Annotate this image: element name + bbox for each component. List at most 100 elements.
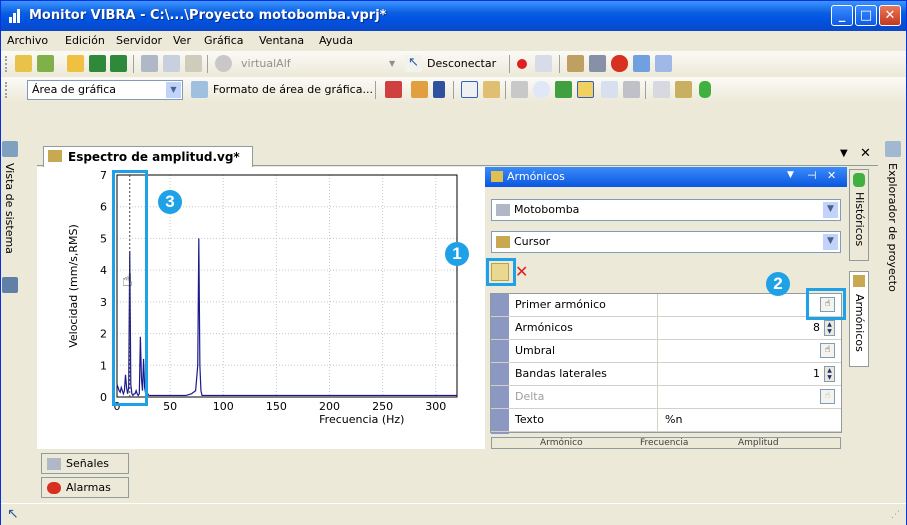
property-row[interactable]: Delta ☝ [491, 386, 841, 409]
property-label: Texto [515, 413, 544, 426]
property-row[interactable]: Armónicos 8 ▲ ▼ [491, 317, 841, 340]
cursor-icon[interactable] [577, 81, 594, 98]
property-value[interactable]: 8 [813, 321, 820, 334]
tab-espectro-de-amplitud[interactable]: Espectro de amplitud.vg* [43, 146, 253, 167]
new-project-icon[interactable] [15, 55, 32, 72]
delete-icon[interactable]: ✕ [515, 262, 528, 281]
panel-close-icon[interactable]: ✕ [827, 169, 836, 182]
grid-icon[interactable] [461, 81, 478, 98]
chevron-down-icon[interactable]: ▼ [166, 82, 181, 98]
mode-combo[interactable]: Cursor ▼ [491, 231, 841, 253]
chart-area[interactable]: 0 50 100 150 200 250 300 0 1 2 3 4 5 6 7 ☝ Frecuencia (H… [37, 167, 485, 449]
column-header[interactable]: Frecuencia [640, 438, 688, 448]
tab-armonicos[interactable]: Armónicos [849, 271, 869, 367]
property-row[interactable]: Bandas laterales 1 ▲ ▼ [491, 363, 841, 386]
network-icon[interactable] [2, 277, 18, 293]
format-area-icon[interactable] [191, 81, 208, 98]
x-tick-label: 50 [163, 400, 177, 413]
pause-icon[interactable] [433, 81, 445, 98]
add-chart-icon[interactable] [411, 81, 428, 98]
property-value[interactable]: 1 [813, 367, 820, 380]
server-icon[interactable] [215, 55, 232, 72]
harmonics-icon[interactable] [675, 81, 692, 98]
chart-area-combo[interactable]: Área de gráfica ▼ [27, 80, 183, 100]
plugin-icon[interactable] [567, 55, 584, 72]
hand-pick-icon[interactable]: ☝ [820, 343, 835, 358]
menu-ver[interactable]: Ver [173, 34, 191, 47]
battery-icon[interactable] [699, 81, 711, 98]
spectrum-chart[interactable]: 0 50 100 150 200 250 30001234567☝Frecuencia (H… [37, 167, 485, 449]
chevron-down-icon[interactable]: ▼ [823, 234, 838, 250]
spinner-icon[interactable]: ▲ ▼ [824, 366, 835, 382]
disconnect-icon[interactable]: ↖ [405, 55, 422, 72]
tab-alarmas[interactable]: Alarmas [41, 477, 129, 498]
tab-list-dropdown[interactable]: ▼ [840, 148, 848, 159]
pan-icon[interactable] [555, 81, 572, 98]
cut-icon[interactable] [141, 55, 158, 72]
column-header[interactable]: Armónico [540, 438, 583, 448]
print-preview-icon[interactable] [601, 81, 618, 98]
bottom-tab-strip: Señales Alarmas [37, 453, 878, 501]
menu-bar: Archivo Edición Servidor Ver Gráfica Ven… [1, 31, 906, 51]
copy-icon[interactable] [163, 55, 180, 72]
toolbar-grip-2[interactable] [5, 82, 8, 98]
close-button[interactable]: ✕ [879, 5, 901, 26]
brush-icon[interactable] [483, 81, 500, 98]
spinner-icon[interactable]: ▲ ▼ [824, 320, 835, 336]
zoom-out-icon[interactable] [511, 81, 528, 98]
historicos-icon [853, 173, 865, 187]
spectrum-icon[interactable] [653, 81, 670, 98]
column-header[interactable]: Amplitud [738, 438, 779, 448]
zoom-icon[interactable] [533, 81, 550, 98]
maximize-button[interactable]: □ [855, 5, 877, 26]
window-icon[interactable] [655, 55, 672, 72]
y-tick-label: 0 [100, 391, 107, 404]
print-icon[interactable] [623, 81, 640, 98]
resize-grip[interactable]: ⋰ [891, 510, 900, 520]
save-all-icon[interactable] [110, 55, 127, 72]
property-row[interactable]: Texto %n [491, 409, 841, 432]
armonicos-icon [853, 275, 865, 287]
module-icon[interactable] [589, 55, 606, 72]
report-icon[interactable] [535, 55, 552, 72]
minimize-button[interactable]: _ [831, 5, 853, 26]
property-value[interactable]: %n [665, 413, 682, 426]
menu-ventana[interactable]: Ventana [259, 34, 304, 47]
system-view-icon[interactable] [2, 141, 18, 157]
property-row[interactable]: Umbral ☝ [491, 340, 841, 363]
alarm-icon[interactable] [611, 55, 628, 72]
callout-box-primer-armonico [806, 288, 846, 320]
tab-vista-de-sistema[interactable]: Vista de sistema [3, 163, 16, 254]
signal-value: Motobomba [514, 203, 580, 216]
menu-ayuda[interactable]: Ayuda [319, 34, 353, 47]
property-row[interactable]: Primer armónico ☝ [491, 294, 841, 317]
new-chart-icon[interactable] [37, 55, 54, 72]
open-folder-icon[interactable] [67, 55, 84, 72]
disconnect-button[interactable]: Desconectar [427, 57, 496, 70]
close-document-button[interactable]: ✕ [860, 146, 871, 161]
menu-grafica[interactable]: Gráfica [204, 34, 244, 47]
format-area-button[interactable]: Formato de área de gráfica... [213, 83, 373, 96]
pin-icon[interactable]: ⊣ [807, 169, 817, 182]
menu-archivo[interactable]: Archivo [7, 34, 48, 47]
project-explorer-icon[interactable] [885, 141, 901, 157]
tab-explorador-de-proyecto[interactable]: Explorador de proyecto [886, 163, 899, 292]
signal-combo[interactable]: Motobomba ▼ [491, 199, 841, 221]
device-icon[interactable] [633, 55, 650, 72]
x-tick-label: 200 [319, 400, 340, 413]
delete-chart-icon[interactable] [385, 81, 402, 98]
tab-senales[interactable]: Señales [41, 453, 129, 474]
tab-historicos[interactable]: Históricos [849, 169, 869, 261]
server-dropdown-arrow[interactable]: ▼ [389, 59, 395, 68]
save-icon[interactable] [89, 55, 106, 72]
chevron-down-icon[interactable]: ▼ [823, 202, 838, 218]
server-combo[interactable]: virtualAlf [241, 57, 291, 70]
toolbar-grip[interactable] [5, 56, 8, 72]
menu-edicion[interactable]: Edición [65, 34, 105, 47]
panel-dropdown-icon[interactable]: ▼ [787, 170, 794, 180]
y-tick-label: 4 [100, 264, 107, 277]
signals-icon [47, 458, 61, 470]
menu-servidor[interactable]: Servidor [116, 34, 162, 47]
paste-icon[interactable] [185, 55, 202, 72]
record-icon[interactable] [517, 59, 527, 69]
